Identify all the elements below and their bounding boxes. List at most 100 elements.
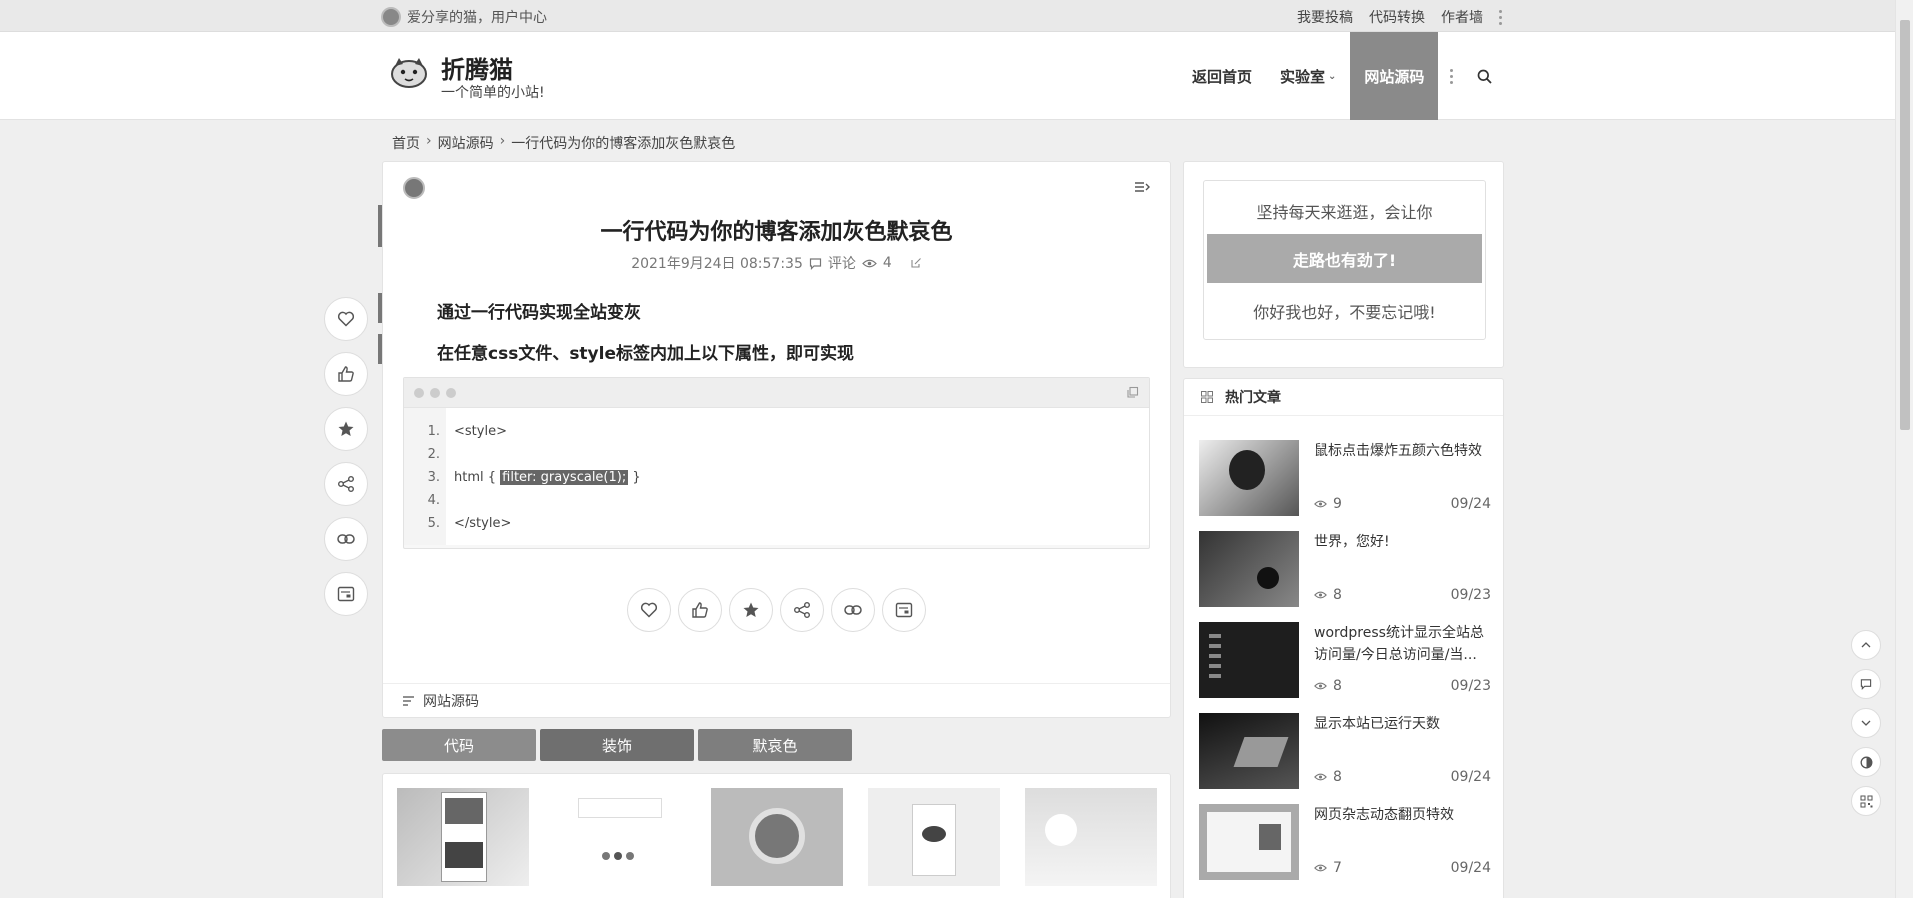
tag-mourning[interactable]: 默哀色: [698, 729, 852, 761]
article-paragraph: 在任意css文件、style标签内加上以下属性，即可实现: [437, 344, 854, 364]
scroll-top-button[interactable]: [1851, 630, 1881, 660]
related-thumbnail[interactable]: [868, 788, 1000, 886]
checkin-button[interactable]: 走路也有劲了!: [1207, 234, 1482, 283]
promo-line1: 坚持每天来逛逛，会让你: [1256, 203, 1433, 222]
thumbs-up-icon: [692, 602, 708, 618]
author-avatar[interactable]: [403, 177, 425, 199]
comment-button[interactable]: [1851, 669, 1881, 699]
window-dot-icon: [430, 388, 440, 398]
top-link-submit[interactable]: 我要投稿: [1297, 7, 1353, 27]
article-paragraph: 通过一行代码实现全站变灰: [437, 303, 641, 323]
star-icon: [743, 602, 759, 617]
post-title: 网页杂志动态翻页特效: [1314, 807, 1454, 823]
page-scrollbar[interactable]: [1895, 0, 1913, 898]
nav-home[interactable]: 返回首页: [1178, 32, 1266, 120]
post-title: 世界，您好!: [1314, 534, 1390, 550]
post-views: 8: [1314, 769, 1342, 785]
tag-decoration[interactable]: 装饰: [540, 729, 694, 761]
post-thumbnail: [1199, 531, 1299, 607]
heart-icon: [337, 311, 355, 327]
tag-code[interactable]: 代码: [382, 729, 536, 761]
code-text[interactable]: <style> html { filter: grayscale(1); } <…: [446, 408, 641, 545]
scroll-bottom-button[interactable]: [1851, 708, 1881, 738]
code-highlight: filter: grayscale(1);: [500, 470, 629, 485]
code-line: </style>: [454, 516, 512, 531]
hot-post-item[interactable]: 显示本站已运行天数 8 09/24: [1199, 713, 1491, 789]
star-icon: [338, 421, 354, 436]
eye-icon: [1314, 500, 1327, 508]
nav-lab[interactable]: 实验室 ⌄: [1266, 32, 1350, 120]
hot-post-item[interactable]: wordpress统计显示全站总访问量/今日总访问量/当... 8 09/23: [1199, 622, 1491, 698]
site-name[interactable]: 折腾猫: [441, 50, 513, 85]
hot-post-item[interactable]: 网页杂志动态翻页特效 7 09/24: [1199, 804, 1491, 880]
float-like-button[interactable]: [324, 352, 368, 396]
float-link-button[interactable]: [324, 517, 368, 561]
theme-toggle-button[interactable]: [1851, 747, 1881, 777]
edit-icon[interactable]: [910, 257, 922, 269]
like-button[interactable]: [678, 588, 722, 632]
code-line: html { filter: grayscale(1); }: [454, 470, 641, 485]
site-header: 折腾猫 一个简单的小站! 返回首页 实验室 ⌄ 网站源码: [0, 32, 1895, 120]
related-thumbnail[interactable]: [397, 788, 529, 886]
category-link[interactable]: 网站源码: [423, 691, 479, 711]
tag-list: 代码 装饰 默哀色: [382, 729, 852, 761]
comment-icon: [1860, 679, 1872, 690]
related-thumbnail[interactable]: [711, 788, 843, 886]
toc-toggle-icon[interactable]: [1134, 180, 1150, 194]
top-link-authors[interactable]: 作者墙: [1441, 7, 1483, 27]
hot-posts-widget: 热门文章 鼠标点击爆炸五颜六色特效 9 09/24 世界，您好! 8 09/23…: [1183, 378, 1504, 898]
star-button[interactable]: [729, 588, 773, 632]
post-views: 9: [1314, 496, 1342, 512]
nav-more[interactable]: [1438, 32, 1465, 120]
chevron-right-icon: ›: [499, 133, 506, 149]
favorite-button[interactable]: [627, 588, 671, 632]
copy-icon[interactable]: [1126, 386, 1139, 399]
hot-post-item[interactable]: 世界，您好! 8 09/23: [1199, 531, 1491, 607]
top-link-code-convert[interactable]: 代码转换: [1369, 7, 1425, 27]
promo-box: 坚持每天来逛逛，会让你 走路也有劲了! 你好我也好，不要忘记哦!: [1203, 180, 1486, 340]
article-title: 一行代码为你的博客添加灰色默哀色: [600, 220, 953, 245]
heart-icon: [640, 602, 658, 618]
link-icon: [337, 534, 355, 544]
float-star-button[interactable]: [324, 407, 368, 451]
share-icon: [338, 476, 354, 492]
float-share-button[interactable]: [324, 462, 368, 506]
nav-source[interactable]: 网站源码: [1350, 32, 1439, 120]
qrcode-icon: [1860, 795, 1872, 807]
breadcrumb-home[interactable]: 首页: [392, 133, 420, 153]
thumbs-up-icon: [338, 366, 354, 382]
post-title: 鼠标点击爆炸五颜六色特效: [1314, 443, 1482, 459]
more-dots-icon[interactable]: [1499, 9, 1502, 25]
code-block-header: [404, 378, 1149, 408]
related-thumbnail[interactable]: [1025, 788, 1157, 886]
poster-button[interactable]: [882, 588, 926, 632]
float-favorite-button[interactable]: [324, 297, 368, 341]
eye-icon: [1314, 864, 1327, 872]
post-views: 7: [1314, 860, 1342, 876]
promo-line2: 你好我也好，不要忘记哦!: [1253, 303, 1436, 322]
hot-posts-header: 热门文章: [1184, 379, 1503, 416]
user-center-link[interactable]: 爱分享的猫，用户中心: [381, 7, 547, 27]
sort-lines-icon: [403, 695, 414, 706]
view-count: 4: [882, 255, 892, 271]
hot-post-item[interactable]: 鼠标点击爆炸五颜六色特效 9 09/24: [1199, 440, 1491, 516]
scrollbar-thumb[interactable]: [1900, 20, 1910, 430]
code-line: <style>: [454, 424, 507, 439]
eye-icon: [1314, 682, 1327, 690]
left-float-toolbar: [324, 297, 368, 616]
related-thumbnail[interactable]: [554, 788, 686, 886]
post-date: 09/24: [1450, 769, 1491, 785]
breadcrumb-category[interactable]: 网站源码: [438, 133, 494, 153]
eye-icon: [1314, 773, 1327, 781]
qrcode-button[interactable]: [1851, 786, 1881, 816]
cat-logo-icon[interactable]: [389, 54, 429, 90]
post-date: 09/23: [1450, 587, 1491, 603]
share-button[interactable]: [780, 588, 824, 632]
post-title: wordpress统计显示全站总访问量/今日总访问量/当...: [1314, 625, 1484, 663]
comments-link[interactable]: 评论: [828, 253, 856, 273]
right-side-tools: [1851, 630, 1881, 816]
float-poster-button[interactable]: [324, 572, 368, 616]
search-button[interactable]: [1465, 32, 1504, 120]
copy-link-button[interactable]: [831, 588, 875, 632]
user-avatar: [381, 7, 401, 27]
